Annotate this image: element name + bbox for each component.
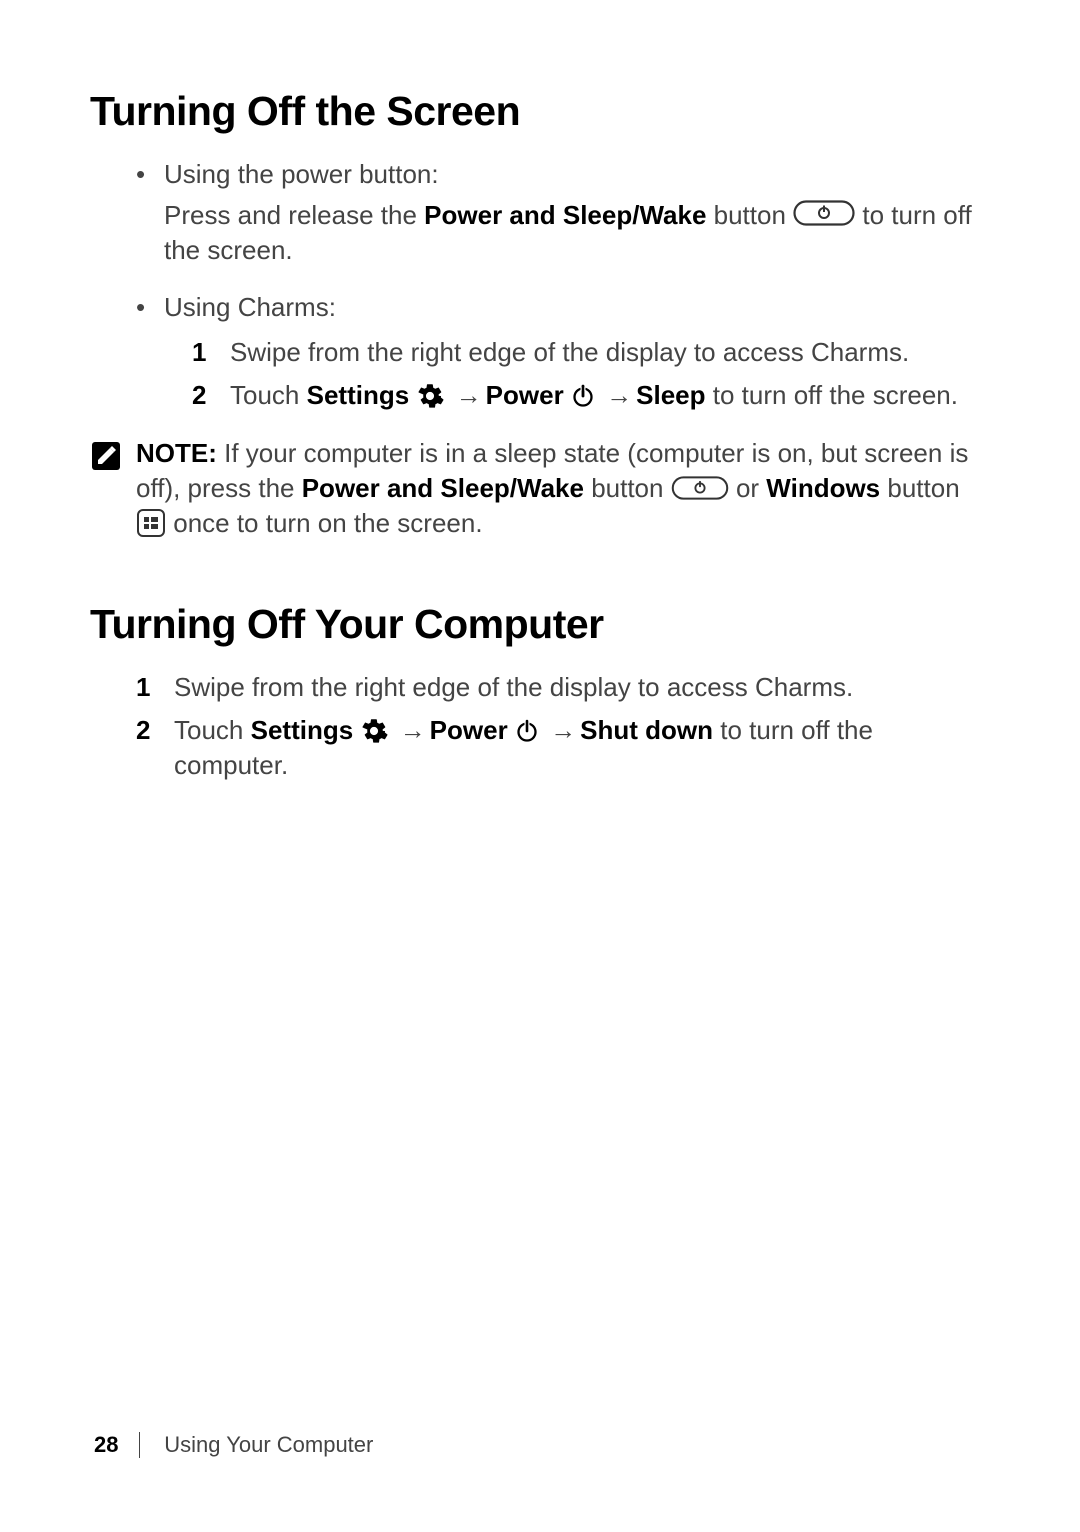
- section1-content: Using the power button: Press and releas…: [136, 157, 990, 414]
- step-number: 1: [192, 335, 206, 370]
- text: Touch: [174, 715, 251, 745]
- text: once to turn on the screen.: [173, 508, 482, 538]
- bold-sleep: Sleep: [636, 380, 705, 410]
- power-icon: [571, 384, 595, 408]
- page-footer: 28 Using Your Computer: [94, 1432, 373, 1458]
- bullet2-label: Using Charms:: [164, 292, 336, 322]
- bullet1-label: Using the power button:: [164, 159, 439, 189]
- power-button-icon: [671, 476, 729, 500]
- arrow-icon: →: [546, 713, 580, 748]
- shutdown-step-1: 1 Swipe from the right edge of the displ…: [136, 670, 990, 705]
- bold-power: Power: [486, 380, 564, 410]
- text: or: [736, 473, 766, 503]
- bold-windows: Windows: [766, 473, 880, 503]
- charms-step-1: 1 Swipe from the right edge of the displ…: [192, 335, 990, 370]
- bold-settings: Settings: [251, 715, 354, 745]
- footer-section-name: Using Your Computer: [164, 1432, 373, 1457]
- step-number: 2: [192, 378, 206, 413]
- step-number: 2: [136, 713, 150, 748]
- note-block: NOTE: If your computer is in a sleep sta…: [90, 436, 990, 541]
- text: button: [880, 473, 960, 503]
- heading-turning-off-screen: Turning Off the Screen: [90, 88, 990, 135]
- arrow-icon: →: [396, 713, 430, 748]
- step1-text: Swipe from the right edge of the display…: [230, 337, 909, 367]
- text: to turn off the screen.: [706, 380, 958, 410]
- note-label: NOTE:: [136, 438, 217, 468]
- page-container: Turning Off the Screen Using the power b…: [0, 0, 1080, 1532]
- bold-power: Power: [430, 715, 508, 745]
- note-text: NOTE: If your computer is in a sleep sta…: [136, 436, 990, 541]
- text: Touch: [230, 380, 307, 410]
- bullet-power-button: Using the power button: Press and releas…: [136, 157, 990, 268]
- charms-step-2: 2 Touch Settings → Power → Sleep to: [192, 378, 990, 413]
- shutdown-step-2: 2 Touch Settings → Power → Shut down to …: [136, 713, 990, 783]
- power-icon: [515, 719, 539, 743]
- windows-button-icon: [136, 508, 166, 538]
- text: button: [584, 473, 671, 503]
- power-button-icon: [793, 200, 855, 226]
- arrow-icon: →: [452, 378, 486, 413]
- bullet1-desc: Press and release the Power and Sleep/Wa…: [164, 198, 990, 268]
- heading-turning-off-computer: Turning Off Your Computer: [90, 601, 990, 648]
- bold-power-sleep-wake: Power and Sleep/Wake: [302, 473, 584, 503]
- step1-text: Swipe from the right edge of the display…: [174, 672, 853, 702]
- bold-power-sleep-wake: Power and Sleep/Wake: [424, 200, 706, 230]
- page-number: 28: [94, 1432, 118, 1457]
- gear-icon: [360, 717, 388, 745]
- arrow-icon: →: [602, 378, 636, 413]
- text: Press and release the: [164, 200, 424, 230]
- bold-settings: Settings: [307, 380, 410, 410]
- footer-divider: [139, 1432, 141, 1458]
- section2-content: 1 Swipe from the right edge of the displ…: [136, 670, 990, 783]
- bullet-charms: Using Charms: 1 Swipe from the right edg…: [136, 290, 990, 413]
- note-pencil-icon: [90, 440, 122, 472]
- bold-shutdown: Shut down: [580, 715, 713, 745]
- step-number: 1: [136, 670, 150, 705]
- gear-icon: [416, 382, 444, 410]
- text: button: [706, 200, 793, 230]
